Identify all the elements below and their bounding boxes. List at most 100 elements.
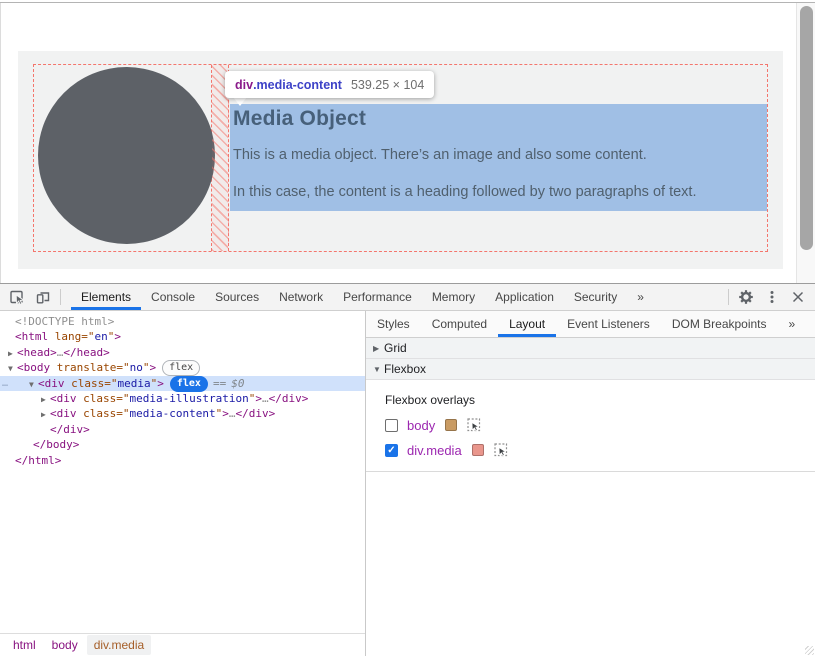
tab-memory[interactable]: Memory bbox=[422, 284, 485, 310]
collapsed-arrow-icon[interactable]: ▶ bbox=[41, 407, 50, 422]
code-token-tag: <div bbox=[50, 392, 77, 405]
collapsed-arrow-icon[interactable]: ▶ bbox=[41, 392, 50, 407]
expanded-arrow-icon[interactable]: ▼ bbox=[8, 361, 17, 376]
media-illustration-region bbox=[34, 65, 212, 251]
code-token-tag: > bbox=[114, 330, 121, 343]
tab-network[interactable]: Network bbox=[269, 284, 333, 310]
overlay-element-label[interactable]: body bbox=[407, 418, 435, 433]
tree-row-10[interactable]: </html> bbox=[0, 453, 365, 468]
code-token-tag: </div> bbox=[269, 392, 309, 405]
sidebar-tab-event-listeners[interactable]: Event Listeners bbox=[556, 311, 661, 337]
code-token-val: en bbox=[94, 330, 107, 343]
layout-sidebar: StylesComputedLayoutEvent ListenersDOM B… bbox=[366, 311, 815, 656]
settings-gear-icon[interactable] bbox=[733, 284, 759, 310]
pick-element-icon[interactable] bbox=[494, 443, 508, 457]
code-token-tag: <div bbox=[50, 407, 77, 420]
flexbox-overlays-title: Flexbox overlays bbox=[385, 393, 815, 407]
sidebar-tab-strip: StylesComputedLayoutEvent ListenersDOM B… bbox=[366, 311, 815, 338]
tab-security[interactable]: Security bbox=[564, 284, 627, 310]
breadcrumb-body[interactable]: body bbox=[45, 635, 85, 655]
more-options-icon[interactable] bbox=[759, 284, 785, 310]
code-token-val: no bbox=[130, 361, 143, 374]
close-icon[interactable] bbox=[785, 284, 811, 310]
sidebar-tab-styles[interactable]: Styles bbox=[366, 311, 421, 337]
code-token-tag: <html bbox=[15, 330, 48, 343]
sidebar-tab-more[interactable]: » bbox=[778, 311, 807, 337]
tab-more[interactable]: » bbox=[627, 284, 654, 310]
code-token-attr: class=" bbox=[65, 377, 118, 390]
viewport-left-border bbox=[0, 3, 1, 283]
tab-elements[interactable]: Elements bbox=[71, 284, 141, 310]
equals-sign: == bbox=[213, 377, 226, 390]
device-toolbar-icon[interactable] bbox=[30, 284, 56, 310]
tree-row-5[interactable]: …▼<div class="media">flex==$0 bbox=[0, 376, 365, 391]
pick-element-icon[interactable] bbox=[467, 418, 481, 432]
tree-row-7[interactable]: ▶<div class="media-content">…</div> bbox=[0, 406, 365, 421]
tree-row-8[interactable]: </div> bbox=[0, 422, 365, 437]
tree-row-2[interactable]: <html lang="en"> bbox=[0, 329, 365, 344]
page-scrollbar-thumb[interactable] bbox=[800, 6, 813, 250]
code-token-attr: class=" bbox=[77, 407, 130, 420]
overlay-checkbox[interactable] bbox=[385, 419, 398, 432]
elements-panel: <!DOCTYPE html><html lang="en">▶<head>…<… bbox=[0, 311, 366, 656]
flexbox-section-label: Flexbox bbox=[384, 362, 426, 376]
page-scrollbar-track[interactable] bbox=[796, 3, 815, 283]
flexbox-section-header[interactable]: ▼ Flexbox bbox=[366, 359, 815, 380]
tree-row-3[interactable]: ▶<head>…</head> bbox=[0, 345, 365, 360]
tree-row-6[interactable]: ▶<div class="media-illustration">…</div> bbox=[0, 391, 365, 406]
code-token-gray: … bbox=[262, 392, 269, 405]
tooltip-tag-name: div bbox=[235, 78, 253, 92]
media-paragraph-1: This is a media object. There’s an image… bbox=[233, 147, 767, 163]
devtools-toolbar: ElementsConsoleSourcesNetworkPerformance… bbox=[0, 284, 815, 311]
tree-row-4[interactable]: ▼<body translate="no">flex bbox=[0, 360, 365, 375]
grid-section-label: Grid bbox=[384, 341, 407, 355]
overlay-element-label[interactable]: div.media bbox=[407, 443, 462, 458]
flexbox-overlays-list: body ✓ div.media bbox=[385, 418, 815, 457]
grid-section-header[interactable]: ▶ Grid bbox=[366, 338, 815, 359]
code-token-val: media-content bbox=[129, 407, 215, 420]
code-token-val: media-illustration bbox=[129, 392, 248, 405]
devtools-tab-strip: ElementsConsoleSourcesNetworkPerformance… bbox=[71, 284, 654, 310]
collapsed-arrow-icon[interactable]: ▶ bbox=[373, 344, 382, 353]
tab-console[interactable]: Console bbox=[141, 284, 205, 310]
tree-row-9[interactable]: </body> bbox=[0, 437, 365, 452]
code-token-tag: <head> bbox=[17, 346, 57, 359]
tree-row-1[interactable]: <!DOCTYPE html> bbox=[0, 314, 365, 329]
flexbox-overlay-row: ✓ div.media bbox=[385, 443, 815, 457]
inspect-element-icon[interactable] bbox=[4, 284, 30, 310]
tab-application[interactable]: Application bbox=[485, 284, 564, 310]
media-content-highlight: Media Object This is a media object. The… bbox=[230, 104, 767, 211]
code-token-tag: <div bbox=[38, 377, 65, 390]
breadcrumb-html[interactable]: html bbox=[6, 635, 43, 655]
dom-tree: <!DOCTYPE html><html lang="en">▶<head>…<… bbox=[0, 311, 365, 633]
sidebar-tab-computed[interactable]: Computed bbox=[421, 311, 498, 337]
code-token-tag: <body bbox=[17, 361, 50, 374]
code-token-tag: </html> bbox=[15, 454, 61, 467]
flex-badge[interactable]: flex bbox=[162, 360, 200, 376]
overlay-checkbox[interactable]: ✓ bbox=[385, 444, 398, 457]
resize-grip[interactable] bbox=[805, 646, 814, 655]
code-token-attr: lang=" bbox=[48, 330, 94, 343]
browser-window: Media Object This is a media object. The… bbox=[0, 0, 815, 656]
tooltip-class-name: .media-content bbox=[253, 78, 342, 92]
row-actions-ellipsis[interactable]: … bbox=[2, 376, 7, 391]
media-heading: Media Object bbox=[233, 107, 767, 131]
code-token-val: media bbox=[117, 377, 150, 390]
sidebar-tab-layout[interactable]: Layout bbox=[498, 311, 556, 337]
expanded-arrow-icon[interactable]: ▼ bbox=[29, 377, 38, 392]
media-paragraph-2: In this case, the content is a heading f… bbox=[233, 184, 767, 200]
flex-badge[interactable]: flex bbox=[170, 376, 208, 392]
expanded-arrow-icon[interactable]: ▼ bbox=[373, 365, 382, 374]
devtools-body: <!DOCTYPE html><html lang="en">▶<head>…<… bbox=[0, 311, 815, 656]
toolbar-separator bbox=[60, 289, 61, 305]
dollar-zero-ref: $0 bbox=[231, 377, 244, 390]
collapsed-arrow-icon[interactable]: ▶ bbox=[8, 346, 17, 361]
toolbar-right-controls bbox=[724, 284, 815, 310]
sidebar-tab-dom-breakpoints[interactable]: DOM Breakpoints bbox=[661, 311, 778, 337]
tab-performance[interactable]: Performance bbox=[333, 284, 422, 310]
code-token-tag: > bbox=[255, 392, 262, 405]
media-illustration-circle bbox=[38, 67, 215, 244]
flexbox-overlays-section: Flexbox overlays body ✓ div.media bbox=[366, 380, 815, 472]
tab-sources[interactable]: Sources bbox=[205, 284, 269, 310]
breadcrumb-div-media[interactable]: div.media bbox=[87, 635, 151, 655]
